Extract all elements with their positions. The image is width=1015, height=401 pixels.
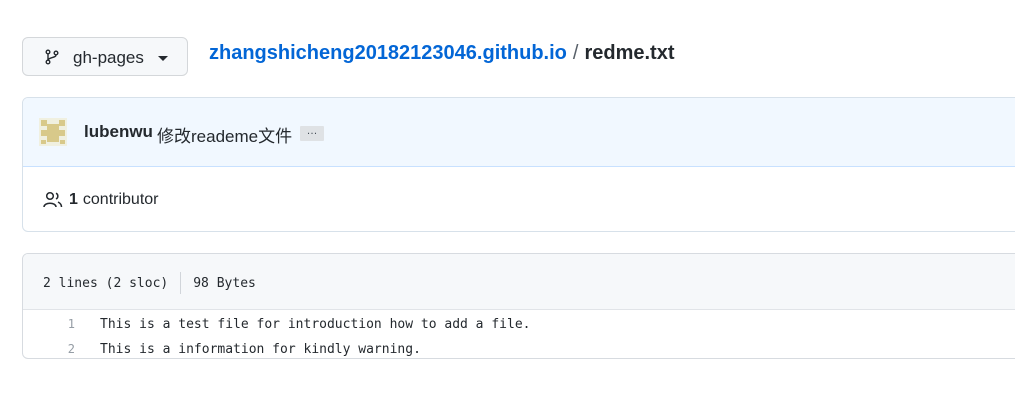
contributor-count: 1 — [69, 191, 78, 208]
git-branch-icon — [45, 49, 59, 65]
code-line: 1 This is a test file for introduction h… — [23, 312, 1015, 337]
line-count: 2 lines (2 sloc) — [43, 275, 169, 291]
file-header: 2 lines (2 sloc) 98 Bytes — [23, 254, 1015, 310]
breadcrumb: zhangshicheng20182123046.github.io / redme… — [209, 40, 674, 66]
file-name: redme.txt — [584, 42, 675, 64]
code-body: 1 This is a test file for introduction h… — [23, 312, 1015, 358]
line-number[interactable]: 2 — [23, 337, 75, 358]
file-info: 2 lines (2 sloc) 98 Bytes — [43, 272, 256, 294]
chevron-down-icon — [158, 56, 168, 61]
line-content: This is a test file for introduction how… — [100, 317, 531, 332]
divider — [180, 272, 182, 294]
commit-box: lubenwu 修改reademe文件 … 1 contributor — [22, 97, 1015, 232]
commit-message[interactable]: 修改reademe文件 — [157, 122, 292, 147]
avatar[interactable] — [39, 118, 67, 146]
contributors-row[interactable]: 1 contributor — [43, 189, 159, 211]
file-size: 98 Bytes — [193, 275, 256, 291]
commit-header: lubenwu 修改reademe文件 … — [23, 98, 1015, 167]
contributor-label: contributor — [82, 191, 159, 208]
people-icon — [43, 191, 63, 208]
branch-name: gh-pages — [73, 48, 144, 67]
repo-link[interactable]: zhangshicheng20182123046.github.io — [209, 42, 567, 64]
line-number[interactable]: 1 — [23, 312, 75, 337]
breadcrumb-separator: / — [572, 42, 579, 64]
file-viewer: 2 lines (2 sloc) 98 Bytes 1 This is a te… — [22, 253, 1015, 359]
branch-select-button[interactable]: gh-pages — [22, 37, 188, 76]
commit-expand-button[interactable]: … — [300, 126, 324, 141]
commit-author[interactable]: lubenwu — [84, 122, 153, 142]
code-line: 2 This is a information for kindly warni… — [23, 337, 1015, 358]
line-content: This is a information for kindly warning… — [100, 342, 421, 357]
